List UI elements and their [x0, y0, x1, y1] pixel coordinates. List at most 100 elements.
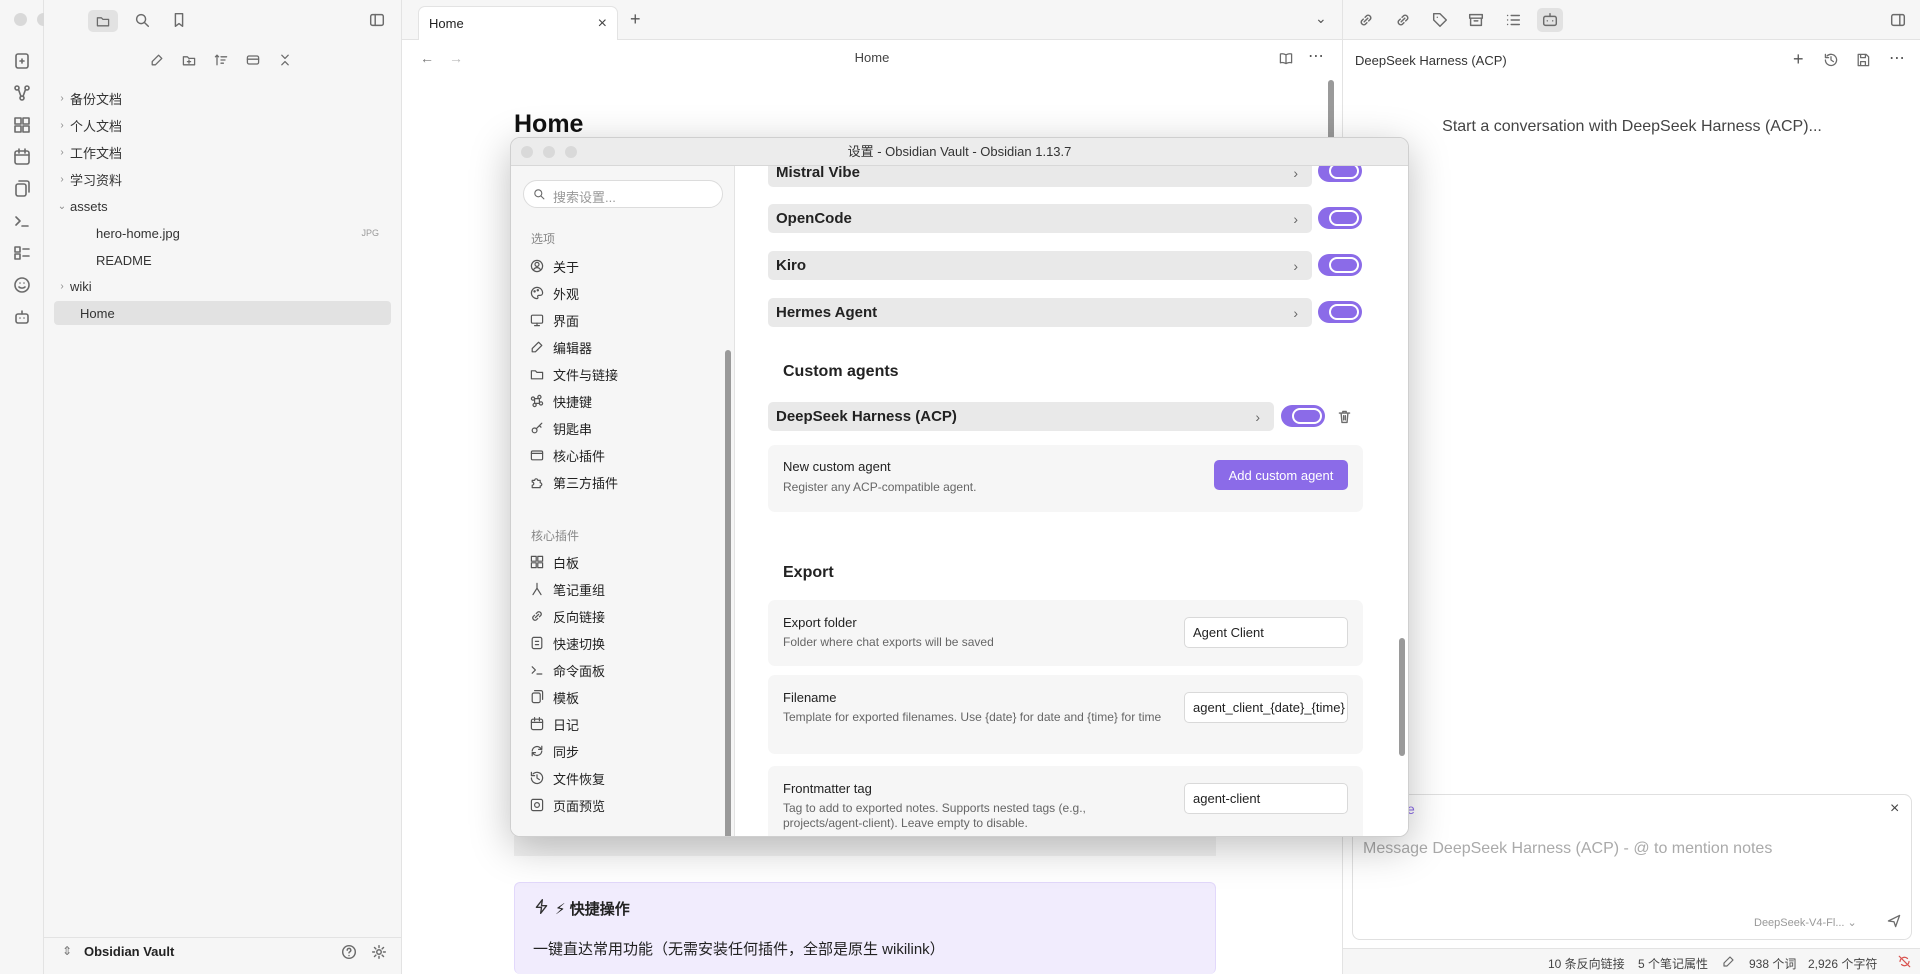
nav-item-sync[interactable]: 同步 [529, 739, 709, 763]
agent-toggle[interactable] [1318, 207, 1362, 229]
folder-item[interactable]: › wiki [54, 274, 391, 298]
modal-minimize-button[interactable] [543, 146, 555, 158]
sort-icon[interactable] [213, 52, 229, 68]
folder-item[interactable]: ⌄ assets [54, 194, 391, 218]
model-selector[interactable]: DeepSeek-V4-Fl... ⌄ [1754, 916, 1857, 929]
edit-mode-icon[interactable] [1721, 954, 1736, 969]
frontmatter-tag-input[interactable]: agent-client [1184, 783, 1348, 814]
canvas-icon[interactable] [12, 115, 32, 135]
export-folder-input[interactable]: Agent Client [1184, 617, 1348, 648]
help-icon[interactable] [340, 943, 358, 961]
history-icon[interactable] [1823, 52, 1839, 68]
templates-icon[interactable] [12, 179, 32, 199]
nav-scrollbar[interactable] [725, 350, 731, 836]
agent-toggle[interactable] [1318, 254, 1362, 276]
filename-input[interactable]: agent_client_{date}_{time} [1184, 692, 1348, 723]
bot-icon[interactable] [1537, 8, 1563, 32]
search-icon[interactable] [133, 11, 151, 29]
settings-search[interactable]: 搜索设置... [523, 180, 723, 208]
nav-item-backlinks[interactable]: 反向链接 [529, 604, 709, 628]
file-item[interactable]: README [54, 248, 391, 272]
bot-icon[interactable] [12, 307, 32, 327]
message-input-box[interactable]: e × Message DeepSeek Harness (ACP) - @ t… [1352, 794, 1912, 940]
reading-view-icon[interactable] [1278, 50, 1294, 66]
link-icon[interactable] [1357, 11, 1375, 29]
send-icon[interactable] [1886, 913, 1902, 929]
agent-toggle[interactable] [1281, 405, 1325, 427]
nav-item-keychain[interactable]: 钥匙串 [529, 416, 709, 440]
folder-item[interactable]: › 工作文档 [54, 140, 391, 164]
agent-row-deepseek[interactable]: DeepSeek Harness (ACP) › [768, 402, 1274, 431]
vault-switch-icon[interactable]: ⇕ [62, 944, 72, 958]
nav-item-core-plugins[interactable]: 核心插件 [529, 443, 709, 467]
folder-item[interactable]: › 备份文档 [54, 86, 391, 110]
folder-item[interactable]: › 个人文档 [54, 113, 391, 137]
tag-icon[interactable] [1431, 11, 1449, 29]
new-note-icon[interactable] [12, 51, 32, 71]
nav-item-appearance[interactable]: 外观 [529, 281, 709, 305]
window-close-button[interactable] [14, 13, 27, 26]
nav-item-about[interactable]: 关于 [529, 254, 709, 278]
nav-item-page-preview[interactable]: 页面预览 [529, 793, 709, 817]
chevron-down-icon[interactable]: ⌄ [1315, 10, 1327, 27]
auto-reveal-icon[interactable] [245, 52, 261, 68]
folder-item[interactable]: › 学习资料 [54, 167, 391, 191]
tab-home[interactable]: Home × [418, 6, 618, 40]
smile-icon[interactable] [12, 275, 32, 295]
close-icon[interactable]: × [598, 15, 607, 33]
modal-zoom-button[interactable] [565, 146, 577, 158]
toggle-sidebar-icon[interactable] [368, 11, 386, 29]
files-tab-icon[interactable] [88, 10, 118, 32]
new-folder-icon[interactable] [181, 52, 197, 68]
list-icon[interactable] [12, 243, 32, 263]
agent-row-opencode[interactable]: OpenCode › [768, 204, 1312, 233]
outgoing-link-icon[interactable] [1394, 11, 1412, 29]
nav-item-community-plugins[interactable]: 第三方插件 [529, 470, 709, 494]
new-chat-button[interactable]: + [1793, 49, 1804, 70]
nav-item-editor[interactable]: 编辑器 [529, 335, 709, 359]
terminal-icon[interactable] [12, 211, 32, 231]
new-note-icon[interactable] [149, 52, 165, 68]
agent-toggle[interactable] [1318, 166, 1362, 182]
vault-name[interactable]: Obsidian Vault [84, 944, 174, 959]
backlinks-count[interactable]: 10 条反向链接 [1548, 955, 1625, 972]
nav-item-quick-switcher[interactable]: 快速切换 [529, 631, 709, 655]
file-item-active[interactable]: Home [54, 301, 391, 325]
trash-icon[interactable] [1336, 408, 1353, 425]
message-input[interactable]: Message DeepSeek Harness (ACP) - @ to me… [1363, 840, 1772, 858]
agent-row-mistral-vibe[interactable]: Mistral Vibe › [768, 166, 1312, 187]
archive-icon[interactable] [1467, 11, 1485, 29]
content-scrollbar[interactable] [1399, 638, 1405, 756]
nav-item-note-composer[interactable]: 笔记重组 [529, 577, 709, 601]
nav-item-file-recovery[interactable]: 文件恢复 [529, 766, 709, 790]
nav-item-command-palette[interactable]: 命令面板 [529, 658, 709, 682]
nav-item-files-links[interactable]: 文件与链接 [529, 362, 709, 386]
save-icon[interactable] [1855, 52, 1871, 68]
agent-row-kiro[interactable]: Kiro › [768, 251, 1312, 280]
bookmark-icon[interactable] [170, 11, 188, 29]
sync-status-icon[interactable] [1897, 954, 1912, 969]
close-icon[interactable]: × [1890, 800, 1899, 818]
nav-item-interface[interactable]: 界面 [529, 308, 709, 332]
agent-toggle[interactable] [1318, 301, 1362, 323]
search-input[interactable]: 搜索设置... [553, 187, 616, 206]
nav-item-daily-notes[interactable]: 日记 [529, 712, 709, 736]
more-options-icon[interactable]: ⋯ [1889, 48, 1905, 68]
properties-count[interactable]: 5 个笔记属性 [1638, 955, 1708, 972]
scrollbar[interactable] [1328, 80, 1334, 140]
graph-view-icon[interactable] [12, 83, 32, 103]
nav-item-hotkeys[interactable]: 快捷键 [529, 389, 709, 413]
file-item[interactable]: hero-home.jpg JPG [54, 221, 391, 245]
more-options-icon[interactable]: ⋯ [1308, 46, 1324, 66]
agent-row-hermes[interactable]: Hermes Agent › [768, 298, 1312, 327]
nav-item-templates[interactable]: 模板 [529, 685, 709, 709]
outline-icon[interactable] [1504, 11, 1522, 29]
new-tab-button[interactable]: + [630, 9, 641, 30]
add-custom-agent-button[interactable]: Add custom agent [1214, 460, 1348, 490]
nav-item-canvas[interactable]: 白板 [529, 550, 709, 574]
collapse-all-icon[interactable] [277, 52, 293, 68]
calendar-icon[interactable] [12, 147, 32, 167]
gear-icon[interactable] [370, 943, 388, 961]
modal-close-button[interactable] [521, 146, 533, 158]
toggle-sidebar-icon[interactable] [1889, 11, 1907, 29]
